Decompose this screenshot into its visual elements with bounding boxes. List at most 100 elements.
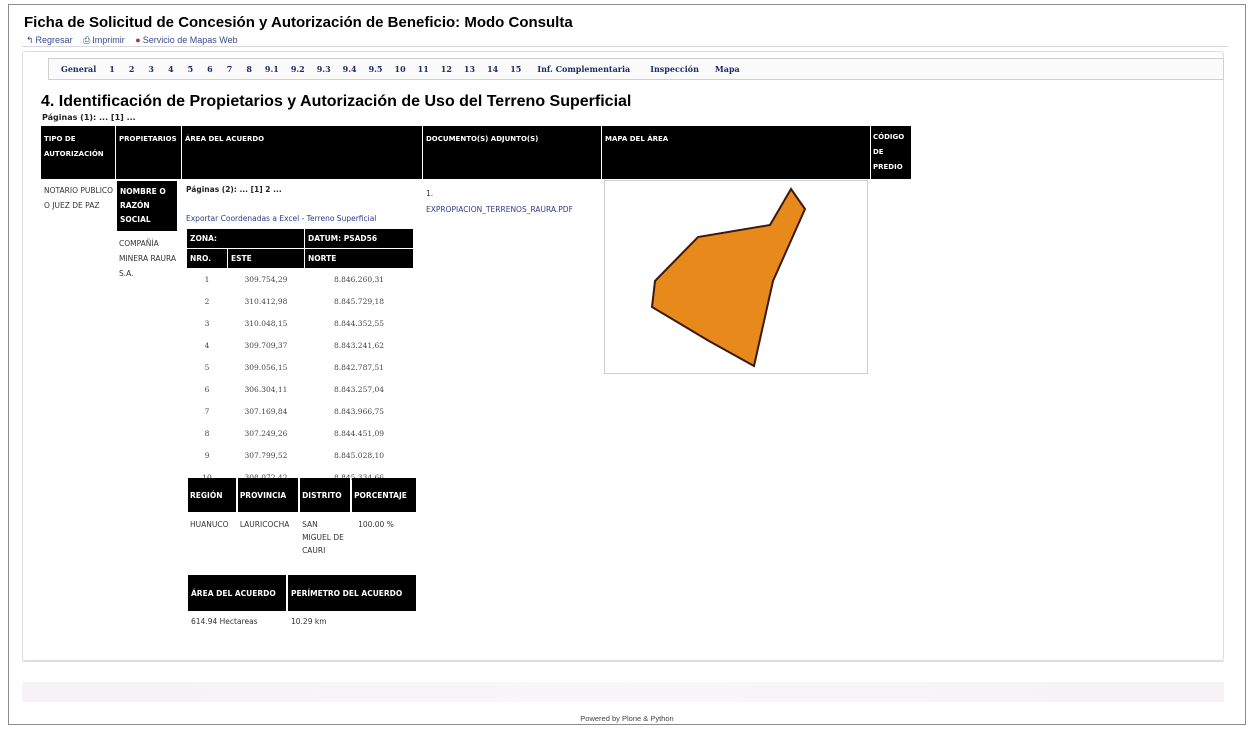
tab-mapa[interactable]: Mapa bbox=[709, 64, 746, 74]
area-map[interactable] bbox=[604, 180, 868, 374]
footer: Powered by Plone & Python bbox=[580, 714, 674, 723]
export-coordinates-link[interactable]: Exportar Coordenadas a Excel - Terreno S… bbox=[186, 214, 376, 223]
tab-4[interactable]: 4 bbox=[161, 64, 181, 74]
col-nro: Nro. bbox=[187, 249, 227, 268]
header-separator bbox=[22, 46, 1228, 47]
col-porcentaje: Porcentaje bbox=[352, 478, 416, 512]
tab-12[interactable]: 12 bbox=[435, 64, 458, 74]
tab-3[interactable]: 3 bbox=[141, 64, 161, 74]
zona-label: Zona: bbox=[187, 229, 304, 248]
col-perimetro-acuerdo: Perímetro del Acuerdo bbox=[288, 575, 416, 611]
web-map-service-link[interactable]: ● Servicio de Mapas Web bbox=[135, 35, 237, 45]
coordinate-row: 3 310.048,15 8.844.352,55 bbox=[187, 313, 413, 334]
coord-este: 309.709,37 bbox=[244, 341, 288, 350]
coord-norte: 8.844.352,55 bbox=[333, 319, 385, 328]
document-list: 1. EXPROPIACION_TERRENOS_RAURA.pdf bbox=[426, 186, 573, 218]
tab-general[interactable]: General bbox=[49, 64, 102, 74]
print-link[interactable]: ⎙ Imprimir bbox=[83, 35, 125, 45]
tab-inspeccion[interactable]: Inspección bbox=[640, 64, 709, 74]
tab-14[interactable]: 14 bbox=[481, 64, 504, 74]
coordinate-row: 2 310.412,98 8.845.729,18 bbox=[187, 291, 413, 312]
coord-pagination[interactable]: Páginas (2): ... [1] 2 ... bbox=[186, 185, 282, 194]
pagination[interactable]: Páginas (1): ... [1] ... bbox=[42, 113, 136, 122]
coord-nro: 7 bbox=[204, 407, 210, 416]
col-este: Este bbox=[228, 249, 304, 268]
panel-bottom-line bbox=[22, 661, 1224, 662]
perimetro-value: 10.29 km bbox=[291, 617, 327, 626]
page-title: Ficha de Solicitud de Concesión y Autori… bbox=[24, 14, 573, 31]
coordinate-row: 4 309.709,37 8.843.241,62 bbox=[187, 335, 413, 356]
col-distrito: Distrito bbox=[300, 478, 351, 512]
coord-nro: 2 bbox=[204, 297, 210, 306]
coord-norte: 8.844.451,09 bbox=[333, 429, 385, 438]
header-tipo-autorizacion: Tipo de Autorización bbox=[41, 126, 115, 179]
section-title: 4. Identificación de Propietarios y Auto… bbox=[41, 93, 632, 110]
tab-9-2[interactable]: 9.2 bbox=[285, 64, 311, 74]
tab-10[interactable]: 10 bbox=[389, 64, 412, 74]
coord-nro: 1 bbox=[204, 275, 210, 284]
coord-este: 307.249,26 bbox=[244, 429, 288, 438]
area-table: Área del Acuerdo Perímetro del Acuerdo 6… bbox=[186, 573, 418, 632]
area-value: 614.94 Hectareas bbox=[191, 617, 258, 626]
back-link[interactable]: ↰ Regresar bbox=[26, 35, 73, 45]
tab-9-1[interactable]: 9.1 bbox=[259, 64, 285, 74]
coord-este: 309.754,29 bbox=[244, 275, 288, 284]
coord-norte: 8.843.241,62 bbox=[333, 341, 385, 350]
tab-2[interactable]: 2 bbox=[122, 64, 142, 74]
tab-6[interactable]: 6 bbox=[200, 64, 220, 74]
tab-7[interactable]: 7 bbox=[220, 64, 240, 74]
printer-icon: ⎙ bbox=[83, 35, 91, 45]
coordinate-row: 1 309.754,29 8.846.260,31 bbox=[187, 269, 413, 290]
col-area-acuerdo: Área del Acuerdo bbox=[188, 575, 286, 611]
header-mapa-area: Mapa del Área bbox=[602, 126, 870, 179]
coord-nro: 8 bbox=[204, 429, 210, 438]
porcentaje-value: 100.00 % bbox=[358, 520, 394, 529]
tab-bar: General 1 2 3 4 5 6 7 8 9.1 9.2 9.3 9.4 … bbox=[48, 58, 1224, 80]
coordinate-row: 7 307.169,84 8.843.966,75 bbox=[187, 401, 413, 422]
print-label: Imprimir bbox=[92, 35, 125, 45]
back-label: Regresar bbox=[35, 35, 73, 45]
tipo-autorizacion-value: Notario Publico o Juez de Paz bbox=[44, 186, 114, 210]
tab-9-4[interactable]: 9.4 bbox=[337, 64, 363, 74]
coord-este: 309.056,15 bbox=[244, 363, 288, 372]
provincia-value: Lauricocha bbox=[239, 520, 290, 529]
tab-1[interactable]: 1 bbox=[102, 64, 122, 74]
tab-11[interactable]: 11 bbox=[412, 64, 435, 74]
coordinate-row: 6 306.304,11 8.843.257,04 bbox=[187, 379, 413, 400]
coord-nro: 3 bbox=[204, 319, 210, 328]
tab-5[interactable]: 5 bbox=[181, 64, 201, 74]
tab-9-3[interactable]: 9.3 bbox=[311, 64, 337, 74]
back-arrow-icon: ↰ bbox=[26, 35, 34, 45]
coord-nro: 6 bbox=[204, 385, 210, 394]
coord-este: 310.048,15 bbox=[244, 319, 288, 328]
web-map-service-label: Servicio de Mapas Web bbox=[142, 35, 238, 45]
propietario-value: Compañía Minera Raura S.A. bbox=[119, 239, 177, 278]
coord-norte: 8.842.787,51 bbox=[333, 363, 385, 372]
coord-norte: 8.843.257,04 bbox=[333, 385, 385, 394]
coordinate-row: 8 307.249,26 8.844.451,09 bbox=[187, 423, 413, 444]
distrito-value: San Miguel de Cauri bbox=[302, 520, 344, 555]
coordinates-table: Zona: Datum: PSAD56 Nro. Este Norte 1 309… bbox=[186, 228, 414, 489]
coord-este: 307.799,52 bbox=[244, 451, 288, 460]
header-documentos: Documento(s) Adjunto(s) bbox=[423, 126, 601, 179]
area-map-svg bbox=[650, 187, 807, 368]
coordinate-row: 9 307.799,52 8.845.028,10 bbox=[187, 445, 413, 466]
tab-inf-complementaria[interactable]: Inf. Complementaria bbox=[527, 64, 640, 74]
tab-8[interactable]: 8 bbox=[239, 64, 259, 74]
tab-15[interactable]: 15 bbox=[504, 64, 527, 74]
coord-norte: 8.845.028,10 bbox=[333, 451, 385, 460]
coord-nro: 5 bbox=[204, 363, 210, 372]
coord-nro: 4 bbox=[204, 341, 210, 350]
document-index: 1. bbox=[426, 189, 434, 198]
document-link[interactable]: EXPROPIACION_TERRENOS_RAURA.pdf bbox=[426, 202, 573, 218]
tab-13[interactable]: 13 bbox=[458, 64, 481, 74]
col-region: Región bbox=[188, 478, 236, 512]
coord-este: 310.412,98 bbox=[244, 297, 288, 306]
coord-este: 306.304,11 bbox=[244, 385, 288, 394]
area-polygon bbox=[650, 187, 807, 368]
tab-9-5[interactable]: 9.5 bbox=[363, 64, 389, 74]
region-value: Huanuco bbox=[190, 520, 229, 529]
col-provincia: Provincia bbox=[237, 478, 299, 512]
coord-norte: 8.843.966,75 bbox=[333, 407, 385, 416]
datum-label: Datum: PSAD56 bbox=[305, 229, 413, 248]
